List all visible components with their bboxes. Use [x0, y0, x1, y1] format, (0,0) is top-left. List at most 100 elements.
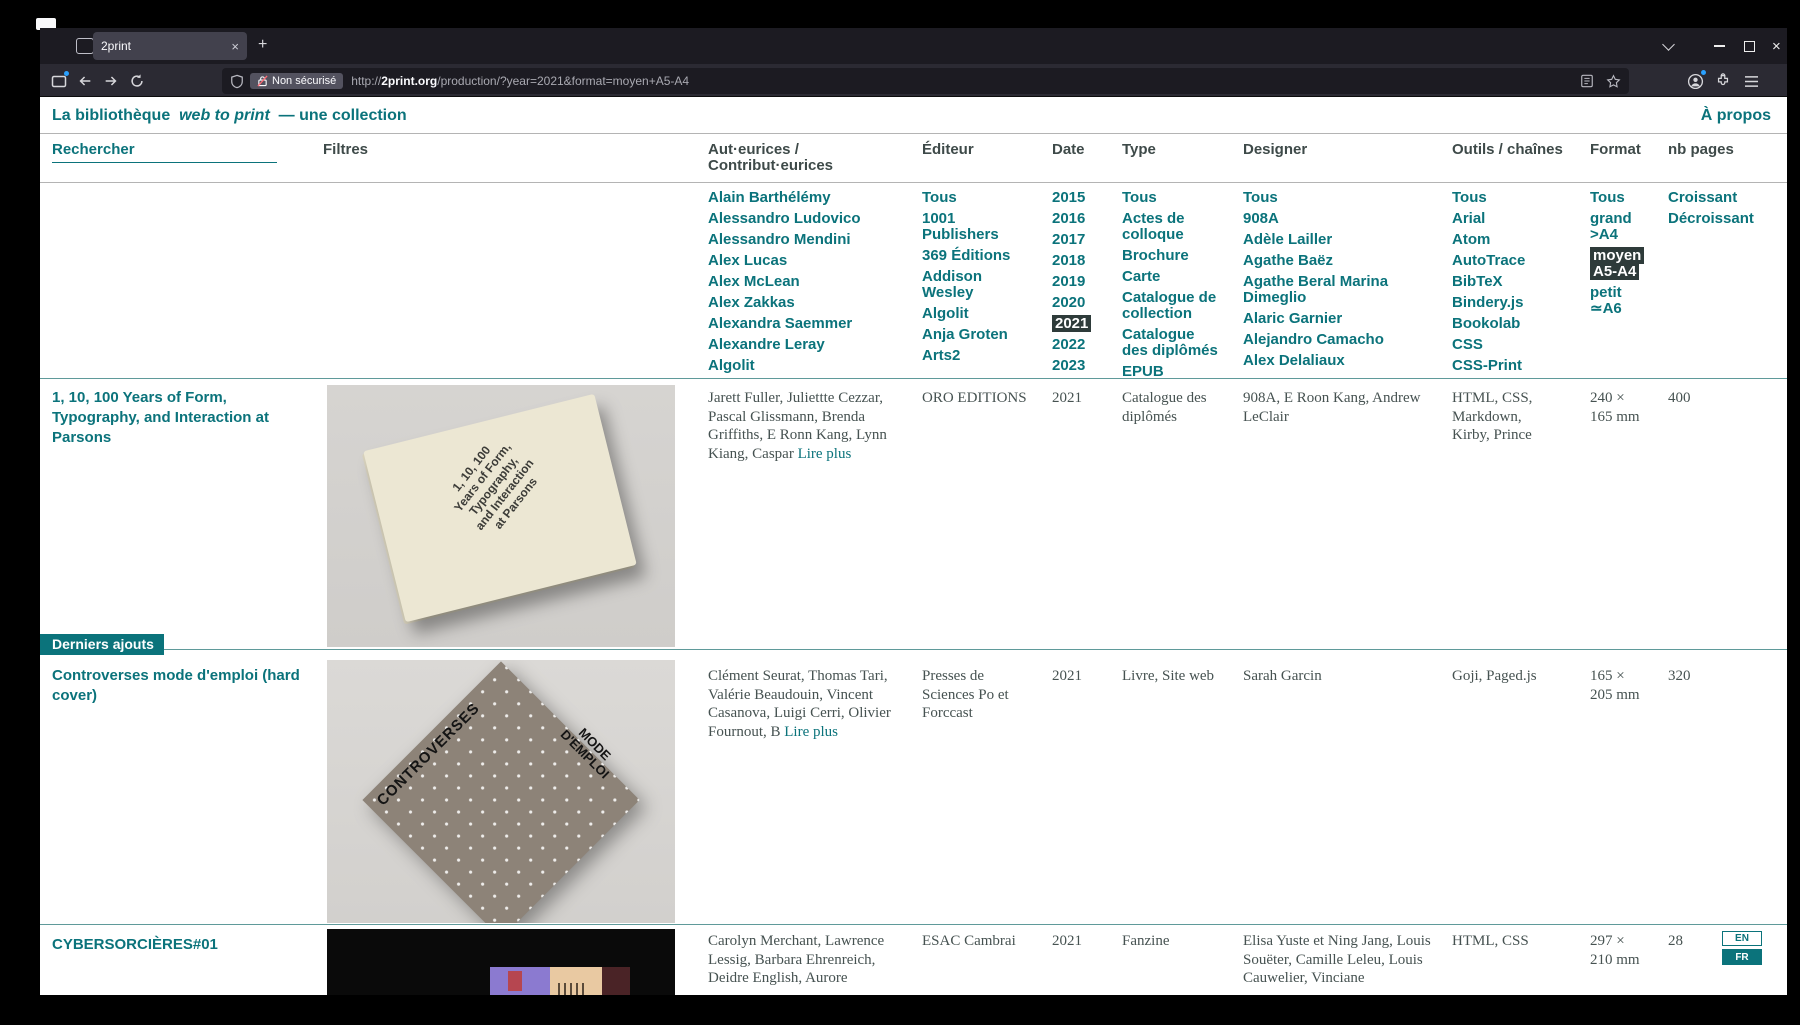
row-title[interactable]: Controverses mode d'emploi (hard cover): [52, 666, 314, 706]
cell-publisher: Presses de Sciences Po et Forccast: [922, 667, 1027, 723]
filter-option[interactable]: Carte: [1122, 269, 1234, 285]
filter-option[interactable]: Algolit: [922, 306, 1034, 322]
filter-option[interactable]: Alessandro Mendini: [708, 232, 908, 248]
filter-option[interactable]: Alejandro Camacho: [1243, 332, 1433, 348]
tab-bar: [40, 28, 1787, 64]
filter-option[interactable]: Croissant: [1668, 190, 1768, 206]
filter-option[interactable]: Tous: [922, 190, 1034, 206]
firefox-view-icon[interactable]: [76, 38, 94, 54]
filter-option[interactable]: 2023: [1052, 358, 1102, 374]
back-button[interactable]: [76, 72, 94, 90]
read-more-link[interactable]: Lire plus: [784, 724, 838, 740]
filter-option[interactable]: Arial: [1452, 211, 1564, 227]
filter-option[interactable]: Alain Barthélémy: [708, 190, 908, 206]
filter-option[interactable]: Addison Wesley: [922, 269, 1034, 301]
row-divider: [40, 378, 1787, 379]
filter-option[interactable]: Brochure: [1122, 248, 1234, 264]
filter-option[interactable]: Anja Groten: [922, 327, 1034, 343]
row-title[interactable]: 1, 10, 100 Years of Form, Typography, an…: [52, 388, 314, 448]
filter-option-selected[interactable]: moyen A5-A4: [1590, 248, 1652, 280]
cell-type: Fanzine: [1122, 932, 1232, 951]
book-cover-image[interactable]: 1, 10, 100 Years of Form, Typography, an…: [327, 385, 675, 647]
reader-view-icon[interactable]: [1580, 74, 1594, 88]
filter-option[interactable]: 1001 Publishers: [922, 211, 1034, 243]
column-header-designer: Designer: [1243, 142, 1307, 158]
filter-option[interactable]: Décroissant: [1668, 211, 1768, 227]
filter-option-selected[interactable]: 2021: [1052, 316, 1102, 332]
filter-option[interactable]: Algolit: [708, 358, 908, 374]
site-title[interactable]: La bibliothèque web to print — une colle…: [52, 107, 407, 125]
filter-option[interactable]: Agathe Beral Marina Dimeglio: [1243, 274, 1433, 306]
filter-option[interactable]: Catalogue de collection: [1122, 290, 1234, 322]
filter-option[interactable]: Alaric Garnier: [1243, 311, 1433, 327]
filter-option[interactable]: Tous: [1452, 190, 1564, 206]
filter-option[interactable]: grand >A4: [1590, 211, 1652, 243]
filter-option[interactable]: Alexandra Saemmer: [708, 316, 908, 332]
filter-option[interactable]: Atom: [1452, 232, 1564, 248]
filter-option[interactable]: 2020: [1052, 295, 1102, 311]
tab-close-icon[interactable]: ×: [231, 39, 239, 54]
filter-option[interactable]: 2018: [1052, 253, 1102, 269]
filter-option[interactable]: Alessandro Ludovico: [708, 211, 908, 227]
filter-option[interactable]: 2019: [1052, 274, 1102, 290]
row-divider: [40, 924, 1787, 925]
extensions-puzzle-icon[interactable]: [1714, 72, 1732, 90]
filter-option[interactable]: petit ≃A6: [1590, 285, 1652, 317]
filter-list-designer: Tous 908A Adèle Lailler Agathe Baëz Agat…: [1243, 190, 1433, 376]
filter-option[interactable]: 2016: [1052, 211, 1102, 227]
read-more-link[interactable]: Lire plus: [798, 446, 852, 462]
language-button-fr[interactable]: FR: [1722, 949, 1762, 965]
filter-option[interactable]: Tous: [1590, 190, 1652, 206]
bookmark-star-icon[interactable]: [1606, 74, 1621, 89]
filter-option[interactable]: AutoTrace: [1452, 253, 1564, 269]
filter-option[interactable]: Tous: [1243, 190, 1433, 206]
filter-option[interactable]: Bookolab: [1452, 316, 1564, 332]
reload-button[interactable]: [128, 72, 146, 90]
filter-option[interactable]: Alex Lucas: [708, 253, 908, 269]
filter-option[interactable]: 2022: [1052, 337, 1102, 353]
close-window-button[interactable]: ×: [1772, 28, 1781, 64]
list-tabs-button[interactable]: [1664, 28, 1673, 64]
tracking-shield-icon[interactable]: [230, 74, 244, 89]
new-tab-button[interactable]: +: [258, 36, 267, 54]
filter-option[interactable]: CSS-Print: [1452, 358, 1564, 374]
book-cover-image[interactable]: [327, 929, 675, 995]
filter-option[interactable]: Alex Zakkas: [708, 295, 908, 311]
filter-option[interactable]: CSS: [1452, 337, 1564, 353]
filter-option[interactable]: Alex McLean: [708, 274, 908, 290]
cell-type: Catalogue des diplômés: [1122, 389, 1232, 426]
language-button-en[interactable]: EN: [1722, 931, 1762, 946]
tab-pickup-icon[interactable]: [50, 72, 68, 90]
filter-option[interactable]: Arts2: [922, 348, 1034, 364]
maximize-button[interactable]: [1744, 28, 1755, 64]
book-cover-image[interactable]: CONTROVERSES MODE D'EMPLOI: [327, 660, 675, 923]
filter-list-authors: Alain Barthélémy Alessandro Ludovico Ale…: [708, 190, 908, 376]
filter-option[interactable]: Adèle Lailler: [1243, 232, 1433, 248]
filter-option[interactable]: Actes de colloque: [1122, 211, 1234, 243]
minimize-button[interactable]: [1714, 28, 1725, 64]
filter-option[interactable]: Alexandre Leray: [708, 337, 908, 353]
filtres-label: Filtres: [323, 142, 368, 158]
about-link[interactable]: À propos: [1701, 107, 1771, 125]
filter-option[interactable]: 908A: [1243, 211, 1433, 227]
column-header-format: Format: [1590, 142, 1641, 158]
row-title[interactable]: CYBERSORCIÈRES#01: [52, 935, 314, 955]
filter-option[interactable]: Alex Delaliaux: [1243, 353, 1433, 369]
url-bar[interactable]: Non sécurisé http://2print.org/productio…: [222, 68, 1629, 94]
search-input[interactable]: [52, 141, 277, 163]
filter-option[interactable]: 369 Éditions: [922, 248, 1034, 264]
hamburger-menu-icon[interactable]: [1742, 72, 1760, 90]
account-icon[interactable]: [1686, 72, 1704, 90]
filter-option[interactable]: 2017: [1052, 232, 1102, 248]
filter-option[interactable]: Bindery.js: [1452, 295, 1564, 311]
filter-option[interactable]: Agathe Baëz: [1243, 253, 1433, 269]
filter-option[interactable]: EPUB: [1122, 364, 1234, 376]
forward-button[interactable]: [102, 72, 120, 90]
filter-option[interactable]: Catalogue des diplômés: [1122, 327, 1234, 359]
browser-tab[interactable]: 2print ×: [93, 32, 247, 60]
filter-option[interactable]: 2015: [1052, 190, 1102, 206]
filter-option[interactable]: Tous: [1122, 190, 1234, 206]
security-chip[interactable]: Non sécurisé: [250, 73, 343, 89]
minimize-icon: [1714, 45, 1725, 47]
filter-option[interactable]: BibTeX: [1452, 274, 1564, 290]
